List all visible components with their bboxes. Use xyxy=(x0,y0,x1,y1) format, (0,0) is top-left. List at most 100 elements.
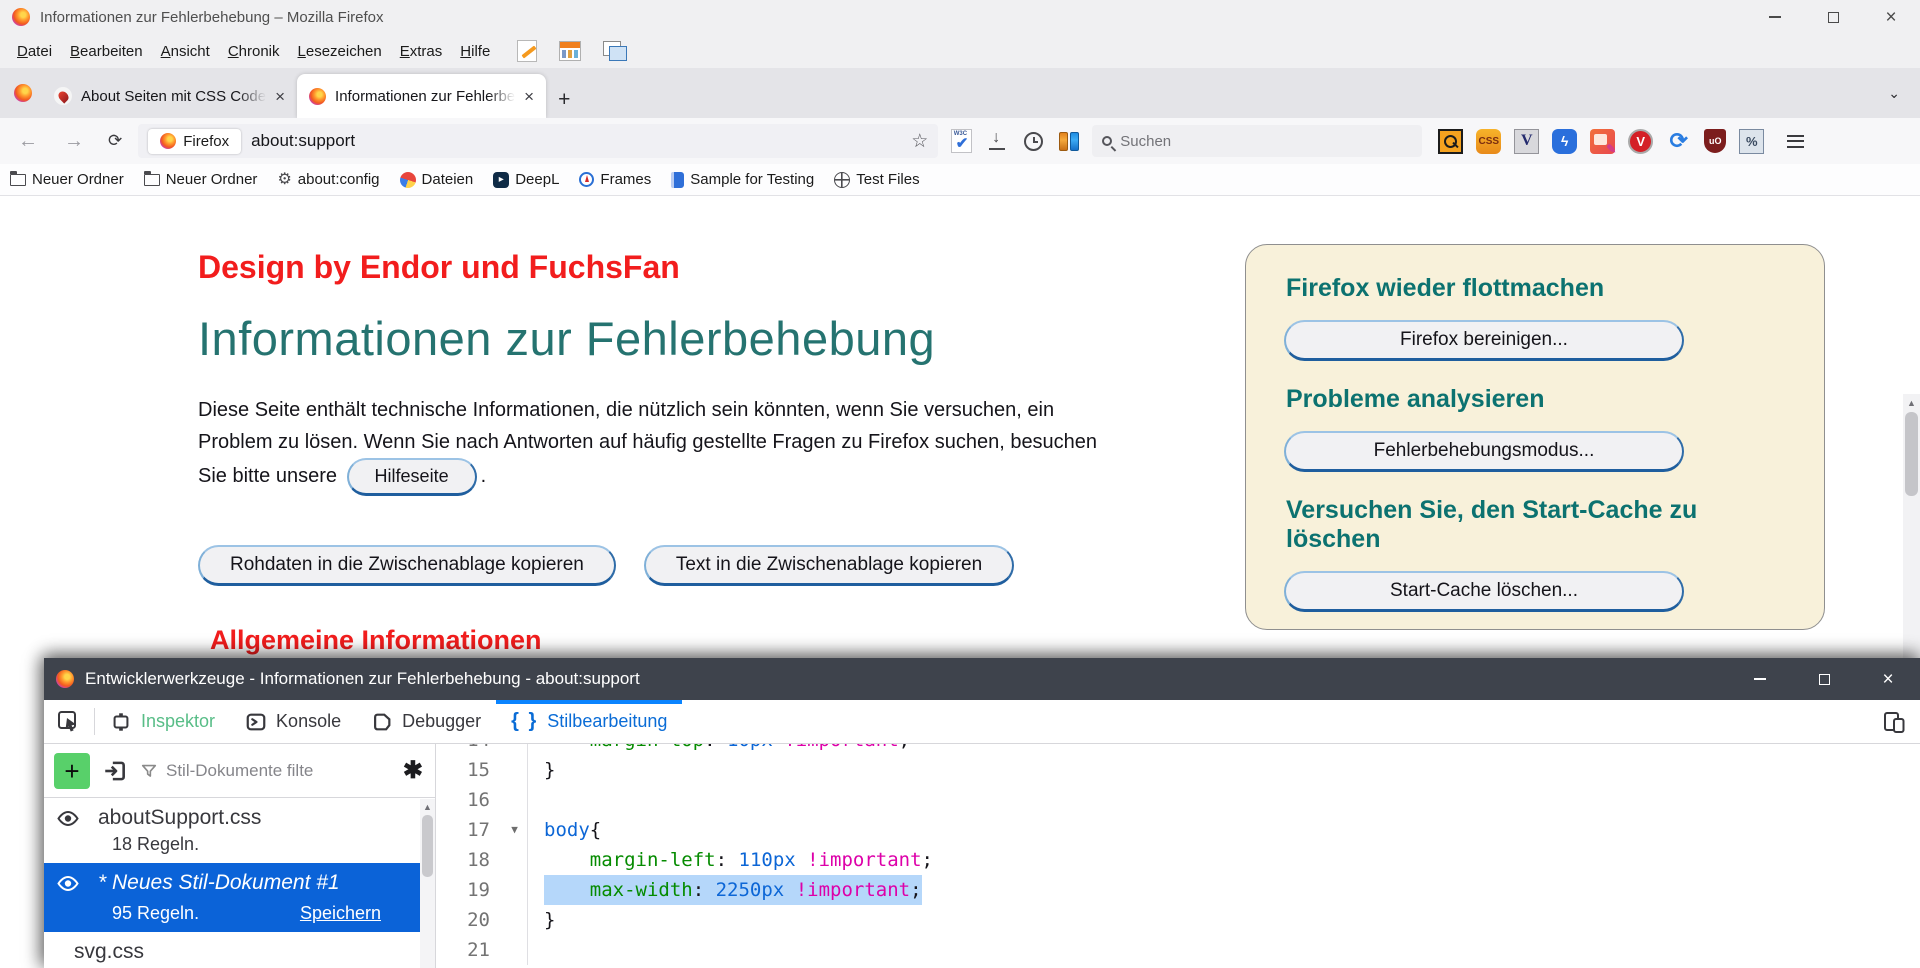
code-text[interactable]: } xyxy=(544,905,555,935)
url-bar[interactable]: Firefox about:support ☆ xyxy=(138,124,938,158)
stylesheet-item-svg[interactable]: svg.css xyxy=(44,932,435,968)
reload-button[interactable]: ⟳ xyxy=(102,131,128,151)
code-line[interactable]: 14 margin-top: 10px !important; xyxy=(436,744,1920,755)
bookmark-test-files[interactable]: Test Files xyxy=(834,171,919,188)
code-text[interactable]: margin-top: 10px !important; xyxy=(544,744,910,755)
copy-windows-extension-icon[interactable] xyxy=(603,41,627,61)
ublock-origin-extension-icon[interactable]: uO xyxy=(1704,129,1726,153)
pick-element-button[interactable] xyxy=(44,700,94,743)
tab-debugger[interactable]: Debugger xyxy=(356,700,496,743)
url-text[interactable]: about:support xyxy=(251,131,355,151)
new-tab-button[interactable]: + xyxy=(546,88,582,118)
menu-datei[interactable]: Datei xyxy=(8,38,61,65)
site-identity-badge[interactable]: Firefox xyxy=(148,129,241,154)
devtools-close-button[interactable]: × xyxy=(1856,658,1920,700)
tab-fehlerbehebung[interactable]: Informationen zur Fehlerbe × xyxy=(297,74,546,118)
filter-stylesheets-field[interactable] xyxy=(140,761,391,781)
back-button[interactable]: ← xyxy=(10,130,46,153)
css-source-editor[interactable]: 14 margin-top: 10px !important;15}1617▼b… xyxy=(436,744,1920,968)
code-text[interactable]: } xyxy=(544,755,555,785)
downloads-icon[interactable] xyxy=(984,132,1010,150)
bookmark-folder[interactable]: Neuer Ordner xyxy=(10,171,124,188)
code-line[interactable]: 18 margin-left: 110px !important; xyxy=(436,845,1920,875)
code-lines[interactable]: 14 margin-top: 10px !important;15}1617▼b… xyxy=(436,744,1920,968)
flash-shield-extension-icon[interactable]: ϟ xyxy=(1552,129,1577,154)
stylesheet-list-scrollbar[interactable]: ▲ xyxy=(420,799,435,968)
code-line[interactable]: 17▼body{ xyxy=(436,815,1920,845)
tab-konsole[interactable]: Konsole xyxy=(230,700,356,743)
minimize-button[interactable] xyxy=(1746,0,1804,34)
bookmark-sample-testing[interactable]: Sample for Testing xyxy=(671,171,814,188)
bookmark-deepl[interactable]: ▸DeepL xyxy=(493,171,559,188)
history-clock-icon[interactable] xyxy=(1020,132,1046,151)
tab-inspektor[interactable]: Inspektor xyxy=(95,700,230,743)
tab-stilbearbeitung[interactable]: { } Stilbearbeitung xyxy=(496,700,682,743)
stylesheet-item-new-document[interactable]: * Neues Stil-Dokument #1 95 Regeln. Spei… xyxy=(44,863,435,932)
close-button[interactable]: × xyxy=(1862,0,1920,34)
table-extension-icon[interactable] xyxy=(559,41,581,61)
maximize-button[interactable] xyxy=(1804,0,1862,34)
options-gear-icon[interactable]: ✱ xyxy=(403,756,423,785)
css-extension-icon[interactable]: CSS xyxy=(1476,129,1501,154)
stylesheet-item-aboutsupport[interactable]: aboutSupport.css 18 Regeln. xyxy=(44,798,435,863)
refresh-firefox-button[interactable]: Firefox bereinigen... xyxy=(1284,320,1684,361)
search-bar[interactable] xyxy=(1092,125,1422,157)
code-line[interactable]: 15} xyxy=(436,755,1920,785)
code-line[interactable]: 16 xyxy=(436,785,1920,815)
forward-button[interactable]: → xyxy=(56,130,92,153)
copy-raw-data-button[interactable]: Rohdaten in die Zwischenablage kopieren xyxy=(198,545,616,586)
menu-extras[interactable]: Extras xyxy=(391,38,452,65)
scrollbar-thumb[interactable] xyxy=(1905,412,1918,496)
code-line[interactable]: 19 max-width: 2250px !important; xyxy=(436,875,1920,905)
page-scrollbar[interactable]: ▲ xyxy=(1903,394,1920,658)
tab-about-css[interactable]: About Seiten mit CSS Code × xyxy=(42,74,297,118)
bookmark-folder[interactable]: Neuer Ordner xyxy=(144,171,258,188)
w3c-validator-icon[interactable] xyxy=(948,129,974,153)
fold-arrow-icon[interactable]: ▼ xyxy=(502,815,528,845)
responsive-design-mode-button[interactable] xyxy=(1882,710,1906,734)
screenshot-editor-extension-icon[interactable] xyxy=(1590,129,1615,154)
code-text[interactable]: max-width: 2250px !important; xyxy=(544,875,922,905)
save-stylesheet-link[interactable]: Speichern xyxy=(300,903,381,924)
bookmark-frames[interactable]: Frames xyxy=(579,171,651,188)
list-all-tabs-button[interactable]: ⌄ xyxy=(1874,85,1914,102)
scroll-up-icon[interactable]: ▲ xyxy=(420,799,435,812)
notes-extension-icon[interactable] xyxy=(517,40,537,62)
battery-extension-icon[interactable] xyxy=(1056,132,1082,151)
new-stylesheet-button[interactable]: + xyxy=(54,753,90,789)
menu-ansicht[interactable]: Ansicht xyxy=(152,38,219,65)
copy-text-button[interactable]: Text in die Zwischenablage kopieren xyxy=(644,545,1014,586)
menu-hamburger-icon[interactable] xyxy=(1777,131,1814,152)
scrollbar-thumb[interactable] xyxy=(422,815,433,877)
code-text[interactable]: margin-left: 110px !important; xyxy=(544,845,933,875)
menu-lesezeichen[interactable]: Lesezeichen xyxy=(289,38,391,65)
site-search-extension-icon[interactable] xyxy=(1438,129,1463,154)
troubleshoot-mode-button[interactable]: Fehlerbehebungsmodus... xyxy=(1284,431,1684,472)
code-line[interactable]: 21 xyxy=(436,935,1920,965)
bookmark-dateien[interactable]: Dateien xyxy=(400,171,474,188)
help-page-button[interactable]: Hilfeseite xyxy=(347,458,477,495)
search-input[interactable] xyxy=(1120,133,1380,150)
import-stylesheet-button[interactable] xyxy=(102,758,128,784)
visibility-eye-icon[interactable] xyxy=(56,810,80,827)
vimium-extension-icon[interactable]: V xyxy=(1628,129,1653,154)
devtools-maximize-button[interactable] xyxy=(1792,658,1856,700)
menu-hilfe[interactable]: Hilfe xyxy=(451,38,499,65)
sync-extension-icon[interactable]: ⟳ xyxy=(1666,129,1691,154)
measure-extension-icon[interactable]: % xyxy=(1739,129,1764,154)
menu-bearbeiten[interactable]: Bearbeiten xyxy=(61,38,152,65)
code-text[interactable]: body{ xyxy=(544,815,601,845)
bookmark-aboutconfig[interactable]: ⚙about:config xyxy=(277,171,379,188)
clear-startup-cache-button[interactable]: Start-Cache löschen... xyxy=(1284,571,1684,612)
devtools-minimize-button[interactable] xyxy=(1728,658,1792,700)
menu-chronik[interactable]: Chronik xyxy=(219,38,289,65)
v-extension-icon[interactable]: V xyxy=(1514,129,1539,154)
visibility-eye-icon[interactable] xyxy=(56,875,80,892)
scroll-up-icon[interactable]: ▲ xyxy=(1903,394,1920,408)
filter-stylesheets-input[interactable] xyxy=(166,761,326,781)
code-line[interactable]: 20} xyxy=(436,905,1920,935)
tab-close-icon[interactable]: × xyxy=(524,88,534,105)
tab-close-icon[interactable]: × xyxy=(275,88,285,105)
bookmark-star-icon[interactable]: ☆ xyxy=(911,130,928,153)
firefox-view-button[interactable] xyxy=(14,84,32,102)
